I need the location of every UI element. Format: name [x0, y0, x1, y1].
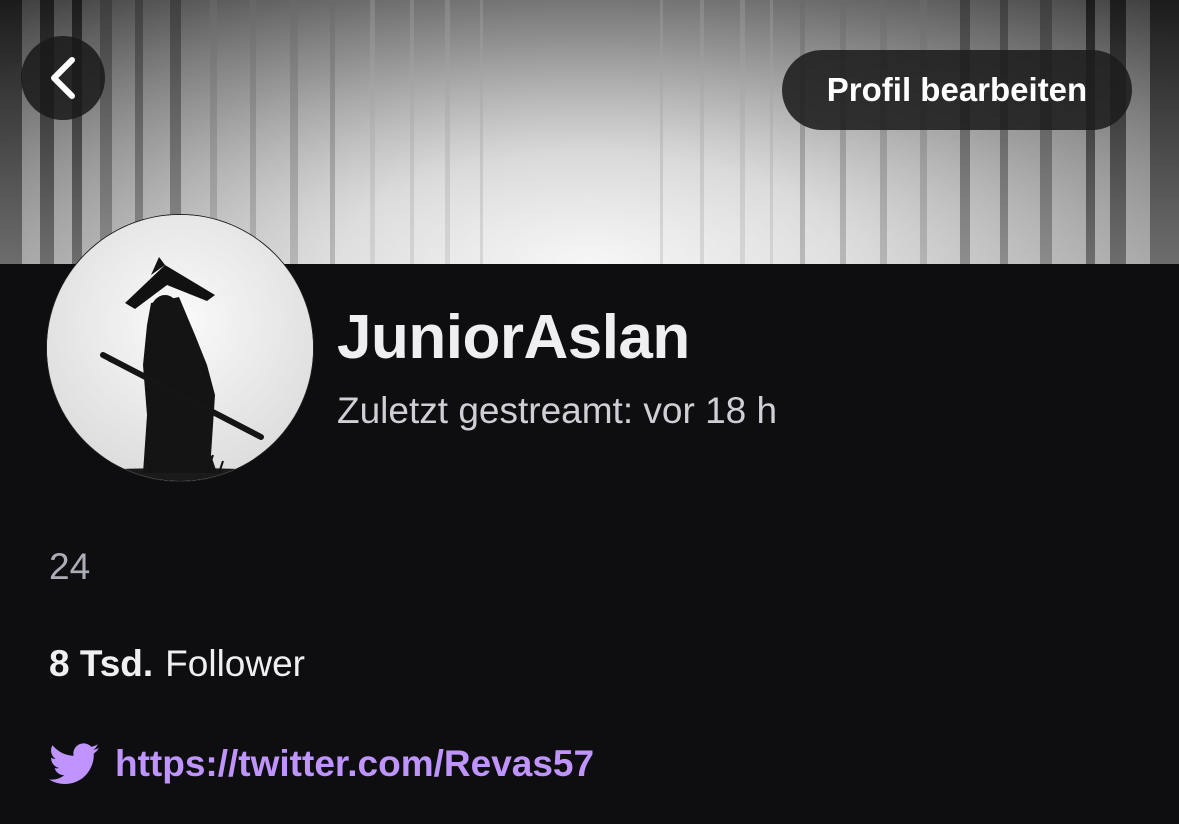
- chevron-left-icon: [51, 57, 75, 99]
- username: JuniorAslan: [337, 303, 690, 372]
- twitter-link[interactable]: https://twitter.com/Revas57: [115, 743, 594, 785]
- avatar[interactable]: [47, 215, 313, 481]
- last-streamed-status: Zuletzt gestreamt: vor 18 h: [337, 390, 778, 431]
- follower-count-value: 8 Tsd.: [49, 643, 154, 684]
- edit-profile-button[interactable]: Profil bearbeiten: [782, 50, 1132, 130]
- profile-bio: 24: [49, 546, 91, 587]
- back-button[interactable]: [21, 36, 105, 120]
- follower-label: Follower: [165, 643, 305, 684]
- samurai-avatar-image: [47, 215, 313, 481]
- follower-count: 8 Tsd. Follower: [49, 643, 305, 685]
- twitter-icon: [49, 743, 99, 784]
- social-link-twitter[interactable]: https://twitter.com/Revas57: [49, 742, 594, 786]
